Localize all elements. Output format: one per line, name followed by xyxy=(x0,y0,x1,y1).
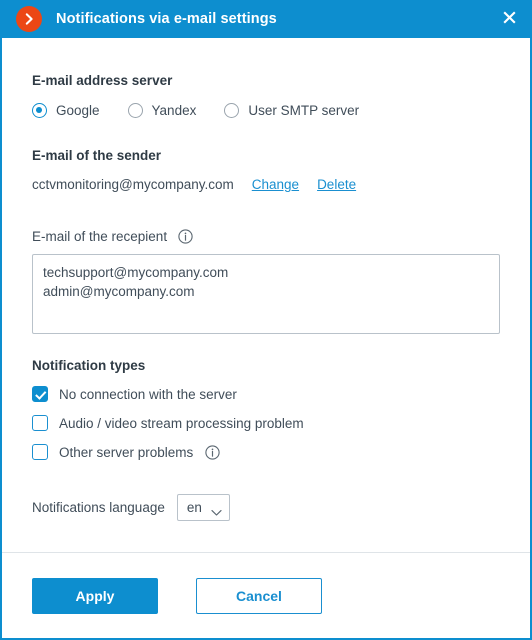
chevron-down-icon xyxy=(211,504,222,522)
sender-section: E-mail of the sender cctvmonitoring@myco… xyxy=(32,118,500,192)
email-server-heading: E-mail address server xyxy=(32,73,173,88)
recipient-label-row: E-mail of the recepient xyxy=(32,229,500,244)
recipient-label: E-mail of the recepient xyxy=(32,229,168,244)
notification-types-section: Notification types No connection with th… xyxy=(32,334,500,460)
checkbox-label-other-server-problems: Other server problems xyxy=(59,444,194,460)
radio-label-yandex: Yandex xyxy=(151,103,197,118)
notification-types-heading: Notification types xyxy=(32,358,146,373)
change-sender-link[interactable]: Change xyxy=(252,177,299,192)
notifications-language-label: Notifications language xyxy=(32,500,165,515)
checkbox-indicator-other-server-problems xyxy=(32,444,48,460)
checkbox-label-av-stream-problem: Audio / video stream processing problem xyxy=(59,415,304,431)
recipient-emails-input[interactable] xyxy=(32,254,500,334)
checkbox-row-av-stream-problem[interactable]: Audio / video stream processing problem xyxy=(32,415,500,431)
info-icon-recipient[interactable] xyxy=(178,229,193,244)
sender-row: cctvmonitoring@mycompany.com Change Dele… xyxy=(32,177,500,192)
checkbox-indicator-no-connection xyxy=(32,386,48,402)
dialog-titlebar: Notifications via e-mail settings xyxy=(2,0,530,38)
sender-heading: E-mail of the sender xyxy=(32,148,162,163)
checkbox-indicator-av-stream-problem xyxy=(32,415,48,431)
radio-indicator-google xyxy=(32,103,47,118)
radio-option-user-smtp-server[interactable]: User SMTP server xyxy=(224,103,359,118)
cancel-button[interactable]: Cancel xyxy=(196,577,322,614)
delete-sender-link[interactable]: Delete xyxy=(317,177,356,192)
checkbox-label-no-connection: No connection with the server xyxy=(59,386,237,402)
radio-option-yandex[interactable]: Yandex xyxy=(127,103,197,118)
checkbox-row-other-server-problems[interactable]: Other server problems xyxy=(32,444,500,460)
radio-label-google: Google xyxy=(56,103,100,118)
notifications-language-section: Notifications language en xyxy=(32,460,500,521)
email-server-radio-group: Google Yandex User SMTP server xyxy=(32,103,500,118)
apply-button[interactable]: Apply xyxy=(32,577,158,614)
notifications-email-settings-dialog: Notifications via e-mail settings E-mail… xyxy=(0,0,532,640)
dialog-body: E-mail address server Google Yandex User… xyxy=(2,38,530,521)
chevron-right-circle-icon xyxy=(22,12,36,26)
dialog-footer: Apply Cancel xyxy=(2,552,530,638)
notifications-language-select[interactable]: en xyxy=(176,494,230,522)
notifications-language-value: en xyxy=(186,500,202,515)
info-icon-other-server-problems[interactable] xyxy=(205,444,220,460)
recipient-section: E-mail of the recepient xyxy=(32,192,500,334)
radio-indicator-user-smtp-server xyxy=(224,103,240,118)
radio-label-user-smtp-server: User SMTP server xyxy=(248,103,360,118)
radio-indicator-yandex xyxy=(127,103,143,118)
radio-option-google[interactable]: Google xyxy=(32,103,100,118)
checkbox-row-no-connection[interactable]: No connection with the server xyxy=(32,386,500,402)
dialog-title: Notifications via e-mail settings xyxy=(56,11,277,27)
close-icon xyxy=(502,10,517,30)
close-button[interactable] xyxy=(498,9,520,31)
sender-email-value: cctvmonitoring@mycompany.com xyxy=(32,177,234,192)
app-logo xyxy=(16,6,42,32)
email-server-section: E-mail address server Google Yandex User… xyxy=(32,38,500,118)
